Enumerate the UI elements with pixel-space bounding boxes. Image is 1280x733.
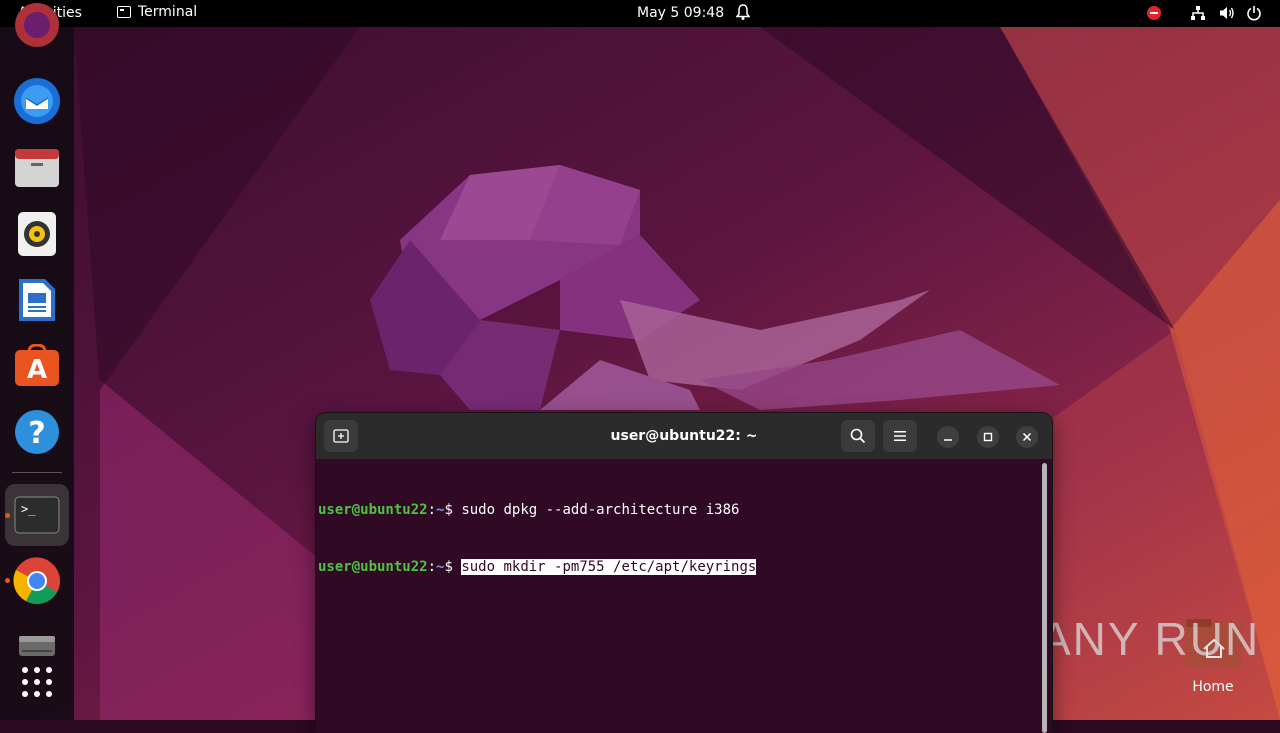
hamburger-menu-icon: [894, 431, 906, 441]
dock-separator: [12, 472, 62, 473]
firefox-icon[interactable]: [12, 0, 62, 50]
search-button[interactable]: [841, 420, 875, 452]
libreoffice-writer-icon[interactable]: [12, 275, 62, 325]
do-not-disturb-icon[interactable]: [1147, 6, 1161, 20]
terminal-header-bar[interactable]: user@ubuntu22: ~: [316, 413, 1052, 459]
volume-icon[interactable]: [1219, 5, 1235, 21]
clock[interactable]: May 5 09:48: [637, 5, 724, 21]
terminal-line: user@ubuntu22:~$ sudo dpkg --add-archite…: [318, 501, 1038, 520]
terminal-app-icon: [117, 6, 131, 18]
svg-text:?: ?: [28, 416, 45, 451]
running-indicator: [5, 578, 10, 583]
files-icon[interactable]: [12, 143, 62, 193]
bell-icon: [736, 4, 750, 20]
menu-button[interactable]: [883, 420, 917, 452]
rhythmbox-icon[interactable]: [12, 209, 62, 259]
home-folder-label: Home: [1192, 679, 1234, 695]
prompt-symbol: $: [444, 502, 462, 518]
app-menu[interactable]: Terminal: [117, 4, 197, 20]
terminal-window[interactable]: user@ubuntu22: ~ user@ubuntu22:~$ sudo d…: [316, 413, 1052, 733]
maximize-button[interactable]: [977, 426, 999, 448]
dock: A ? >_: [0, 3, 74, 720]
terminal-icon[interactable]: >_: [12, 490, 62, 540]
minimize-icon: [944, 439, 952, 441]
network-icon[interactable]: [1190, 5, 1206, 21]
minimize-button[interactable]: [937, 426, 959, 448]
app-center-icon[interactable]: A: [12, 341, 62, 391]
terminal-line: user@ubuntu22:~$ sudo mkdir -pm755 /etc/…: [318, 558, 1038, 577]
svg-text:>_: >_: [21, 502, 36, 516]
prompt-symbol: $: [444, 559, 462, 575]
search-icon: [850, 428, 866, 444]
terminal-scrollbar[interactable]: [1042, 463, 1047, 733]
prompt-separator: :: [427, 559, 437, 575]
top-bar: Activities Terminal May 5 09:48: [0, 0, 1280, 27]
power-icon[interactable]: [1246, 5, 1262, 21]
prompt-user: user@ubuntu22: [318, 559, 428, 575]
prompt-user: user@ubuntu22: [318, 502, 428, 518]
close-icon: [1022, 432, 1032, 442]
watermark: ANY RUN: [1040, 613, 1261, 665]
running-indicator: [5, 513, 10, 518]
help-icon[interactable]: ?: [12, 407, 62, 457]
thunderbird-icon[interactable]: [12, 76, 62, 126]
prompt-separator: :: [427, 502, 437, 518]
svg-text:A: A: [27, 355, 47, 385]
command-text: sudo dpkg --add-architecture i386: [461, 502, 740, 518]
close-button[interactable]: [1016, 426, 1038, 448]
show-apps-icon[interactable]: [12, 657, 62, 707]
terminal-output[interactable]: user@ubuntu22:~$ sudo dpkg --add-archite…: [318, 463, 1038, 615]
selected-command-text: sudo mkdir -pm755 /etc/apt/keyrings: [461, 559, 757, 575]
maximize-icon: [983, 432, 993, 442]
chrome-icon[interactable]: [12, 556, 62, 606]
app-menu-label: Terminal: [138, 4, 198, 20]
